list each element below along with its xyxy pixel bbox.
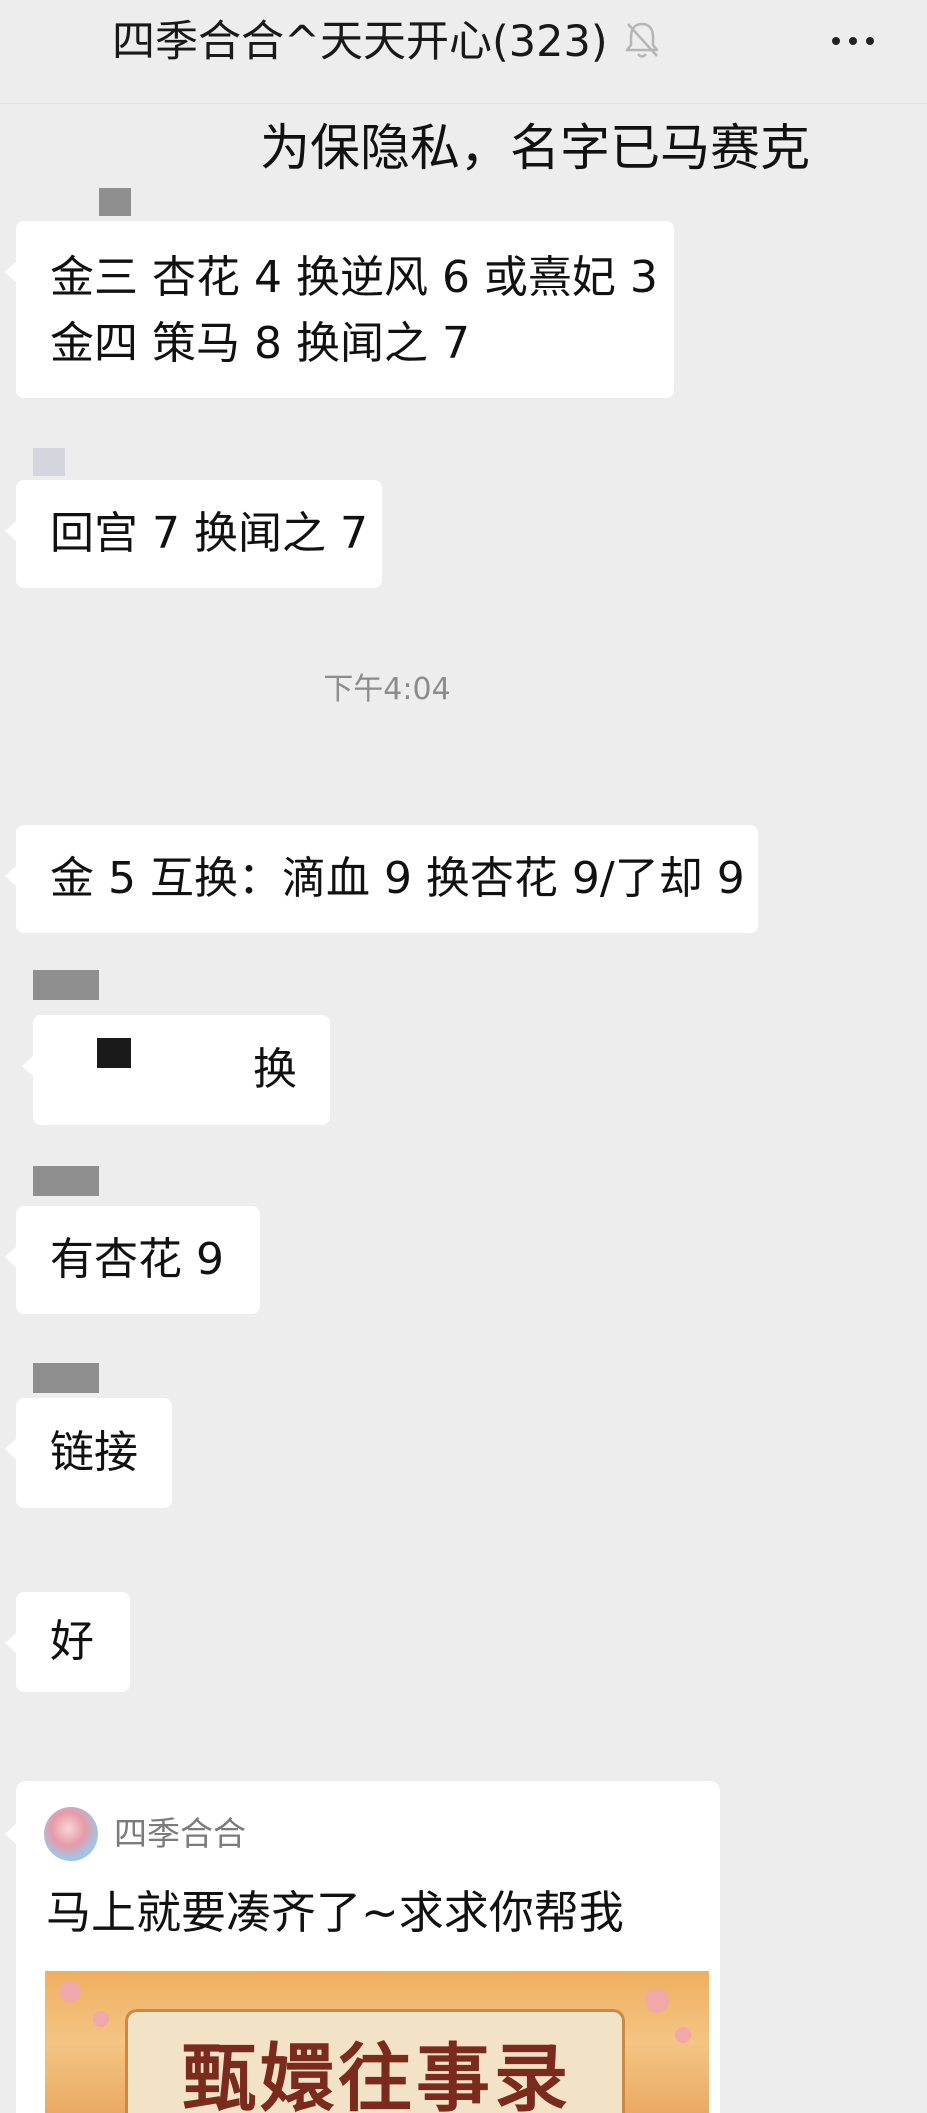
privacy-note: 为保隐私，名字已马赛克 xyxy=(260,119,810,177)
message-text: 链接 xyxy=(50,1427,138,1478)
blossom-decoration xyxy=(59,1981,81,2003)
bell-slash-icon xyxy=(625,22,659,58)
chat-title[interactable]: 四季合合^天天开心(323) xyxy=(112,12,608,72)
message-text: 好 xyxy=(50,1616,94,1667)
blossom-decoration xyxy=(645,1989,669,2013)
message-bubble[interactable]: 金 5 互换：滴血 9 换杏花 9/了却 9 xyxy=(5,825,758,933)
more-dots-icon xyxy=(832,37,840,45)
shared-link-card[interactable]: 四季合合 马上就要凑齐了~求求你帮我 甄嬛往事录 xyxy=(5,1781,720,2113)
censored-sender-name xyxy=(33,448,65,476)
message-text: 回宫 7 换闻之 7 xyxy=(50,508,368,559)
source-avatar xyxy=(44,1807,98,1861)
more-options-button[interactable] xyxy=(818,16,888,66)
censored-text-block xyxy=(97,1038,131,1068)
chat-screen: 四季合合^天天开心(323) 为保隐私，名字已马赛克 金三 杏花 4 换逆风 6… xyxy=(0,0,927,2113)
message-text: 换 xyxy=(253,1044,297,1095)
message-text: 有杏花 9 xyxy=(50,1234,224,1285)
message-text: 金四 策马 8 换闻之 7 xyxy=(50,318,470,369)
message-bubble[interactable]: 金三 杏花 4 换逆风 6 或熹妃 3 金四 策马 8 换闻之 7 xyxy=(5,221,674,398)
chat-header: 四季合合^天天开心(323) xyxy=(0,0,927,104)
card-source-name: 四季合合 xyxy=(114,1814,246,1853)
message-bubble[interactable]: 链接 xyxy=(5,1398,172,1508)
message-bubble[interactable]: 回宫 7 换闻之 7 xyxy=(5,480,382,588)
message-text: 金 5 互换：滴血 9 换杏花 9/了却 9 xyxy=(50,853,745,904)
censored-sender-name xyxy=(33,970,99,1000)
message-bubble[interactable]: 好 xyxy=(5,1592,130,1692)
message-timestamp: 下午4:04 xyxy=(323,672,451,707)
blossom-decoration xyxy=(93,2011,109,2027)
censored-sender-name xyxy=(99,188,131,216)
card-title: 马上就要凑齐了~求求你帮我 xyxy=(46,1886,624,1939)
message-text: 金三 杏花 4 换逆风 6 或熹妃 3 xyxy=(50,252,658,303)
message-bubble[interactable]: 有杏花 9 xyxy=(5,1206,260,1314)
censored-sender-name xyxy=(33,1166,99,1196)
censored-sender-name xyxy=(33,1363,99,1393)
message-bubble[interactable]: 换 xyxy=(22,1015,330,1125)
card-banner-image: 甄嬛往事录 xyxy=(45,1971,709,2113)
banner-logo-text: 甄嬛往事录 xyxy=(182,2036,572,2113)
